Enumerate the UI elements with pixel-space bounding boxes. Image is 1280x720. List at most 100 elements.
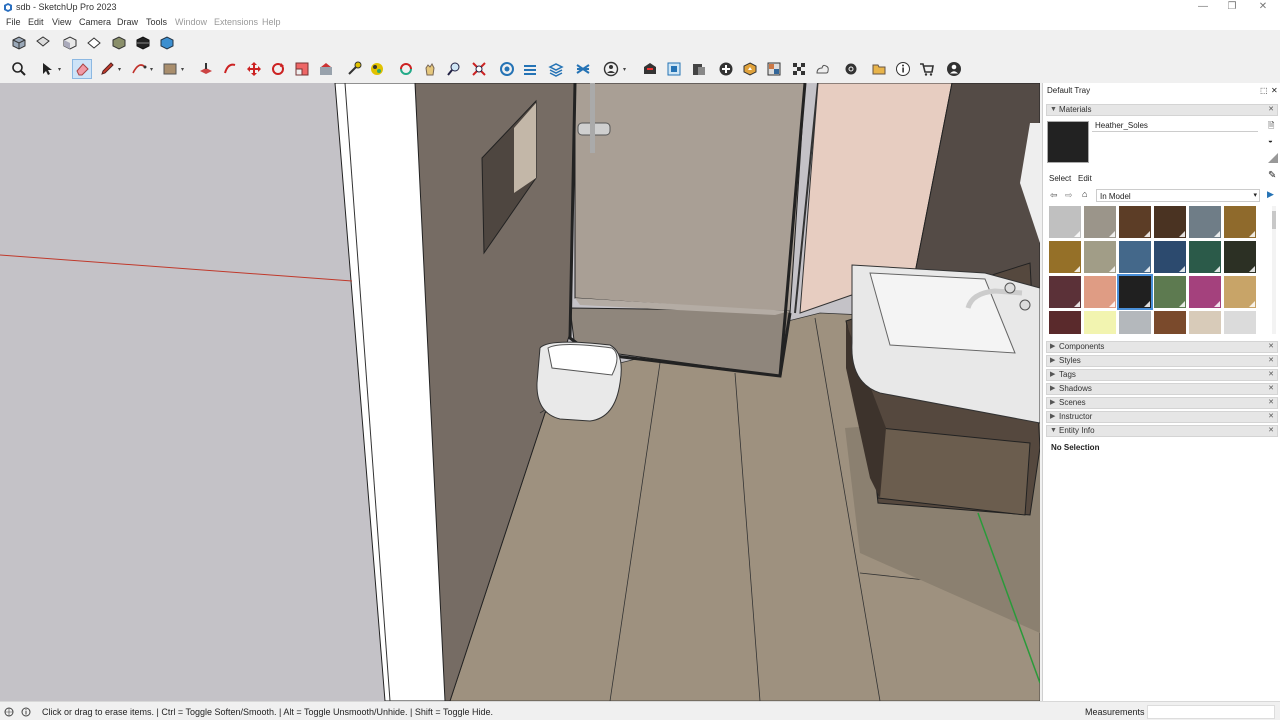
account-icon[interactable]: [601, 59, 621, 79]
measurements-input[interactable]: [1147, 705, 1275, 719]
back-icon[interactable]: ⇦: [1050, 190, 1058, 201]
material-swatch[interactable]: [1084, 311, 1116, 334]
tab-edit[interactable]: Edit: [1078, 174, 1092, 183]
rectangle-icon[interactable]: [160, 59, 180, 79]
arc-icon[interactable]: [129, 59, 149, 79]
sandbox-icon[interactable]: [520, 59, 540, 79]
close-icon[interactable]: ✕: [1268, 356, 1274, 366]
style-builder-icon[interactable]: [789, 59, 809, 79]
menu-tools[interactable]: Tools: [146, 17, 167, 27]
rotate-icon[interactable]: [268, 59, 288, 79]
pin-icon[interactable]: ⬚: [1260, 86, 1268, 95]
zoom-extents-icon[interactable]: [469, 59, 489, 79]
orbit-icon[interactable]: [396, 59, 416, 79]
material-swatch[interactable]: [1119, 206, 1151, 238]
offset-icon[interactable]: [220, 59, 240, 79]
forward-icon[interactable]: ⇨: [1065, 190, 1073, 201]
material-swatch[interactable]: [1189, 311, 1221, 334]
restore-icon[interactable]: ❐: [1215, 0, 1249, 16]
close-icon[interactable]: ✕: [1268, 342, 1274, 352]
move-icon[interactable]: [244, 59, 264, 79]
swatch-scrollbar[interactable]: [1272, 206, 1276, 334]
material-swatch[interactable]: [1189, 241, 1221, 273]
material-swatch[interactable]: [1084, 276, 1116, 308]
chevron-down-icon[interactable]: ▾: [623, 66, 629, 73]
material-name-field[interactable]: Heather_Soles: [1092, 119, 1258, 132]
extension-warehouse-icon[interactable]: [664, 59, 684, 79]
bottom-view-icon[interactable]: [133, 33, 153, 53]
menu-window[interactable]: Window: [175, 17, 207, 27]
bathroom-model-scene[interactable]: [0, 83, 1040, 701]
chevron-down-icon[interactable]: ▾: [181, 66, 187, 73]
cart-icon[interactable]: [917, 59, 937, 79]
photo-texture-icon[interactable]: [812, 59, 832, 79]
chevron-down-icon[interactable]: ▾: [118, 66, 124, 73]
solid-tools-icon[interactable]: [573, 59, 593, 79]
search-icon[interactable]: [9, 59, 29, 79]
material-swatch[interactable]: [1117, 274, 1153, 310]
scenes-panel-header[interactable]: ▶ Scenes ✕: [1046, 397, 1278, 409]
material-swatch[interactable]: [1049, 206, 1081, 238]
eyedropper-icon[interactable]: ✎: [1268, 170, 1276, 181]
material-swatch[interactable]: [1154, 241, 1186, 273]
eraser-icon[interactable]: [72, 59, 92, 79]
material-swatch[interactable]: [1049, 276, 1081, 308]
sample-paint-icon[interactable]: [1268, 153, 1278, 163]
model-viewport[interactable]: [0, 83, 1040, 701]
menu-camera[interactable]: Camera: [79, 17, 111, 27]
material-swatch[interactable]: [1049, 241, 1081, 273]
scale-icon[interactable]: [292, 59, 312, 79]
home-icon[interactable]: ⌂: [1082, 189, 1087, 199]
material-swatch[interactable]: [1189, 276, 1221, 308]
create-material-icon[interactable]: 🗎: [1268, 120, 1278, 130]
follow-me-icon[interactable]: [316, 59, 336, 79]
material-swatch[interactable]: [1154, 311, 1186, 334]
menu-draw[interactable]: Draw: [117, 17, 138, 27]
material-swatch[interactable]: [1084, 241, 1116, 273]
tape-measure-icon[interactable]: [344, 59, 364, 79]
material-swatch[interactable]: [1224, 206, 1256, 238]
material-swatch[interactable]: [1084, 206, 1116, 238]
close-icon[interactable]: ✕: [1268, 370, 1274, 380]
textures-icon[interactable]: [764, 59, 784, 79]
right-view-icon[interactable]: [84, 33, 104, 53]
tags-panel-header[interactable]: ▶ Tags ✕: [1046, 369, 1278, 381]
iso-view-icon[interactable]: [9, 33, 29, 53]
shadows-panel-header[interactable]: ▶ Shadows ✕: [1046, 383, 1278, 395]
chevron-down-icon[interactable]: ▾: [58, 66, 64, 73]
entity-info-panel-header[interactable]: ▼ Entity Info ✕: [1046, 425, 1278, 437]
left-view-icon[interactable]: [157, 33, 177, 53]
pencil-icon[interactable]: [97, 59, 117, 79]
tab-select[interactable]: Select: [1049, 174, 1071, 183]
back-view-icon[interactable]: [109, 33, 129, 53]
components-panel-header[interactable]: ▶ Components ✕: [1046, 341, 1278, 353]
top-view-icon[interactable]: [33, 33, 53, 53]
geo-icon[interactable]: [740, 59, 760, 79]
menu-edit[interactable]: Edit: [28, 17, 44, 27]
geo-location-icon[interactable]: [4, 707, 14, 717]
push-pull-icon[interactable]: [196, 59, 216, 79]
close-icon[interactable]: ✕: [1268, 384, 1274, 394]
layers-icon[interactable]: [546, 59, 566, 79]
section-plane-icon[interactable]: [497, 59, 517, 79]
info-icon[interactable]: [21, 707, 31, 717]
material-swatch[interactable]: [1224, 276, 1256, 308]
menu-help[interactable]: Help: [262, 17, 281, 27]
close-icon[interactable]: ✕: [1246, 0, 1280, 16]
paint-bucket-icon[interactable]: ◒: [1268, 136, 1278, 146]
materials-panel-header[interactable]: ▼ Materials ✕: [1046, 104, 1278, 116]
select-icon[interactable]: [37, 59, 57, 79]
details-icon[interactable]: ▶: [1267, 189, 1274, 200]
user-icon[interactable]: [944, 59, 964, 79]
zoom-icon[interactable]: [444, 59, 464, 79]
material-swatch[interactable]: [1119, 241, 1151, 273]
material-swatch[interactable]: [1154, 206, 1186, 238]
folder-icon[interactable]: [869, 59, 889, 79]
warehouse-icon[interactable]: [640, 59, 660, 79]
material-swatch[interactable]: [1154, 276, 1186, 308]
menu-view[interactable]: View: [52, 17, 71, 27]
material-swatch[interactable]: [1189, 206, 1221, 238]
menu-extensions[interactable]: Extensions: [214, 17, 258, 27]
close-icon[interactable]: ✕: [1268, 398, 1274, 408]
library-select[interactable]: In Model ▾: [1096, 189, 1260, 202]
